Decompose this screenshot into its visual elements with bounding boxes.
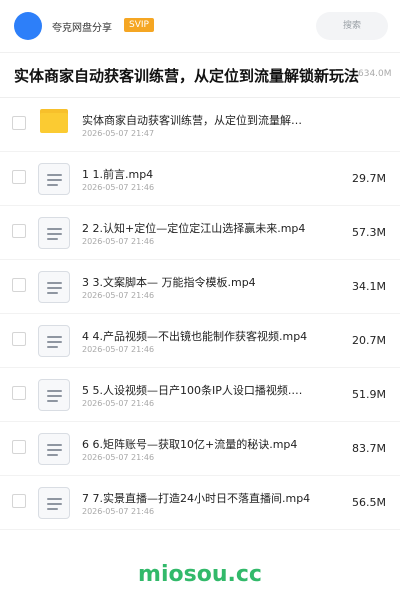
file-date: 2026-05-07 21:46 [82, 507, 155, 516]
watermark: miosou.cc [138, 562, 262, 587]
brand-name: 夸克网盘分享 [52, 23, 112, 34]
file-date: 2026-05-07 21:46 [82, 345, 155, 354]
folder-title-row: 实体商家自动获客训练营，从定位到流量解锁新玩法 634.0M [0, 53, 400, 97]
file-size: 29.7M [352, 172, 386, 185]
file-size: 56.5M [352, 496, 386, 509]
document-icon [38, 487, 70, 519]
row-checkbox[interactable] [12, 224, 26, 238]
search-input[interactable]: 搜索 [316, 12, 388, 40]
file-name: 1 1.前言.mp4 [82, 168, 154, 181]
file-name: 7 7.实景直播—打造24小时日不落直播间.mp4 [82, 492, 311, 505]
folder-size: 634.0M [358, 69, 392, 79]
row-checkbox[interactable] [12, 116, 26, 130]
file-size: 34.1M [352, 280, 386, 293]
list-item[interactable]: 3 3.文案脚本— 万能指令模板.mp4 2026-05-07 21:46 34… [0, 260, 400, 314]
list-item[interactable]: 2 2.认知+定位—定位定江山选择赢未来.mp4 2026-05-07 21:4… [0, 206, 400, 260]
folder-icon [38, 109, 70, 141]
file-date: 2026-05-07 21:46 [82, 291, 155, 300]
list-item[interactable]: 4 4.产品视频—不出镜也能制作获客视频.mp4 2026-05-07 21:4… [0, 314, 400, 368]
file-size: 57.3M [352, 226, 386, 239]
document-icon [38, 433, 70, 465]
row-checkbox[interactable] [12, 170, 26, 184]
list-item[interactable]: 1 1.前言.mp4 2026-05-07 21:46 29.7M [0, 152, 400, 206]
row-checkbox[interactable] [12, 278, 26, 292]
list-item[interactable]: 5 5.人设视频—日产100条IP人设口播视频.m… 2026-05-07 21… [0, 368, 400, 422]
top-bar: 夸克网盘分享 SVIP 搜索 [0, 0, 400, 52]
file-name: 2 2.认知+定位—定位定江山选择赢未来.mp4 [82, 222, 306, 235]
file-list: 实体商家自动获客训练营，从定位到流量解锁新玩法 2026-05-07 21:47… [0, 98, 400, 530]
file-size: 20.7M [352, 334, 386, 347]
file-name: 6 6.矩阵账号—获取10亿+流量的秘诀.mp4 [82, 438, 298, 451]
list-item[interactable]: 7 7.实景直播—打造24小时日不落直播间.mp4 2026-05-07 21:… [0, 476, 400, 530]
svip-badge: SVIP [124, 18, 154, 32]
document-icon [38, 325, 70, 357]
row-checkbox[interactable] [12, 386, 26, 400]
file-date: 2026-05-07 21:46 [82, 237, 155, 246]
file-date: 2026-05-07 21:46 [82, 399, 155, 408]
file-size: 83.7M [352, 442, 386, 455]
document-icon [38, 271, 70, 303]
file-name: 3 3.文案脚本— 万能指令模板.mp4 [82, 276, 256, 289]
file-name: 4 4.产品视频—不出镜也能制作获客视频.mp4 [82, 330, 308, 343]
document-icon [38, 163, 70, 195]
list-item[interactable]: 实体商家自动获客训练营，从定位到流量解锁新玩法 2026-05-07 21:47 [0, 98, 400, 152]
row-checkbox[interactable] [12, 332, 26, 346]
document-icon [38, 379, 70, 411]
row-checkbox[interactable] [12, 440, 26, 454]
document-icon [38, 217, 70, 249]
file-date: 2026-05-07 21:46 [82, 183, 155, 192]
row-checkbox[interactable] [12, 494, 26, 508]
list-item[interactable]: 6 6.矩阵账号—获取10亿+流量的秘诀.mp4 2026-05-07 21:4… [0, 422, 400, 476]
avatar[interactable] [14, 12, 42, 40]
file-date: 2026-05-07 21:46 [82, 453, 155, 462]
file-date: 2026-05-07 21:47 [82, 129, 155, 138]
page-title: 实体商家自动获客训练营，从定位到流量解锁新玩法 [14, 67, 360, 85]
file-name: 5 5.人设视频—日产100条IP人设口播视频.m… [82, 384, 312, 397]
file-name: 实体商家自动获客训练营，从定位到流量解锁新玩法 [82, 114, 312, 127]
file-size: 51.9M [352, 388, 386, 401]
